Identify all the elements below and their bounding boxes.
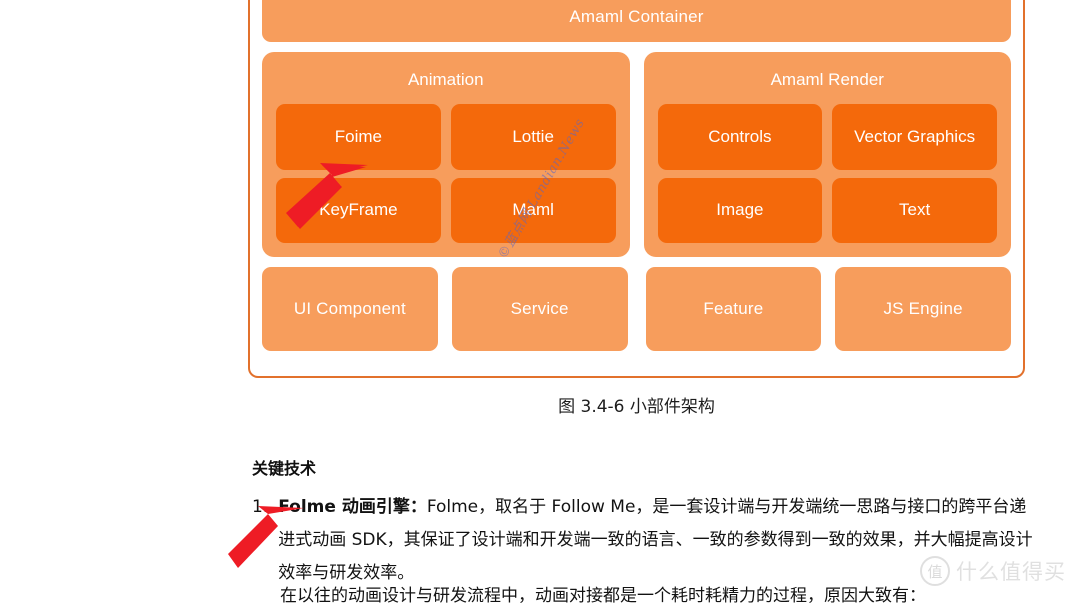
document-body: 关键技术 1. Folme 动画引擎：Folme，取名于 Follow Me，是… xyxy=(252,455,1034,590)
numbered-list: 1. Folme 动画引擎：Folme，取名于 Follow Me，是一套设计端… xyxy=(252,491,1034,590)
band-feature: Feature xyxy=(645,267,822,351)
list-item: 1. Folme 动画引擎：Folme，取名于 Follow Me，是一套设计端… xyxy=(252,491,1034,590)
leaf-controls: Controls xyxy=(657,104,823,170)
band-ui-component: UI Component xyxy=(262,267,438,351)
figure-middle-row: Animation Foime Lottie KeyFrame Maml Ama… xyxy=(262,52,1011,257)
figure-bottom-row: UI Component Service Feature JS Engine xyxy=(262,267,1011,351)
amaml-render-group-grid: Controls Vector Graphics Image Text xyxy=(657,104,997,243)
trailing-paragraph: 在以往的动画设计与研发流程中，动画对接都是一个耗时耗精力的过程，原因大致有： xyxy=(280,586,926,606)
band-service: Service xyxy=(451,267,628,351)
animation-group-panel: Animation Foime Lottie KeyFrame Maml xyxy=(262,52,630,257)
leaf-foime: Foime xyxy=(276,104,441,170)
leaf-vector-graphics: Vector Graphics xyxy=(832,104,997,170)
amaml-render-group-title: Amaml Render xyxy=(770,70,884,89)
animation-group-title: Animation xyxy=(407,70,484,89)
widget-architecture-figure: Amaml Container Animation Foime Lottie K… xyxy=(248,0,1025,378)
list-item-lead-term: Folme 动画引擎： xyxy=(278,497,427,517)
list-item-body: Folme 动画引擎：Folme，取名于 Follow Me，是一套设计端与开发… xyxy=(278,491,1034,590)
leaf-image: Image xyxy=(657,177,823,243)
band-js-engine: JS Engine xyxy=(835,267,1011,351)
section-heading: 关键技术 xyxy=(252,459,317,478)
leaf-text: Text xyxy=(832,177,997,243)
figure-caption: 图 3.4-6 小部件架构 xyxy=(558,397,715,417)
amaml-container-band: Amaml Container xyxy=(262,0,1011,42)
leaf-lottie: Lottie xyxy=(450,104,616,170)
amaml-render-group-panel: Amaml Render Controls Vector Graphics Im… xyxy=(643,52,1011,257)
list-item-number: 1. xyxy=(252,497,269,517)
leaf-keyframe: KeyFrame xyxy=(276,177,441,243)
animation-group-grid: Foime Lottie KeyFrame Maml xyxy=(276,104,616,243)
leaf-maml: Maml xyxy=(450,177,616,243)
